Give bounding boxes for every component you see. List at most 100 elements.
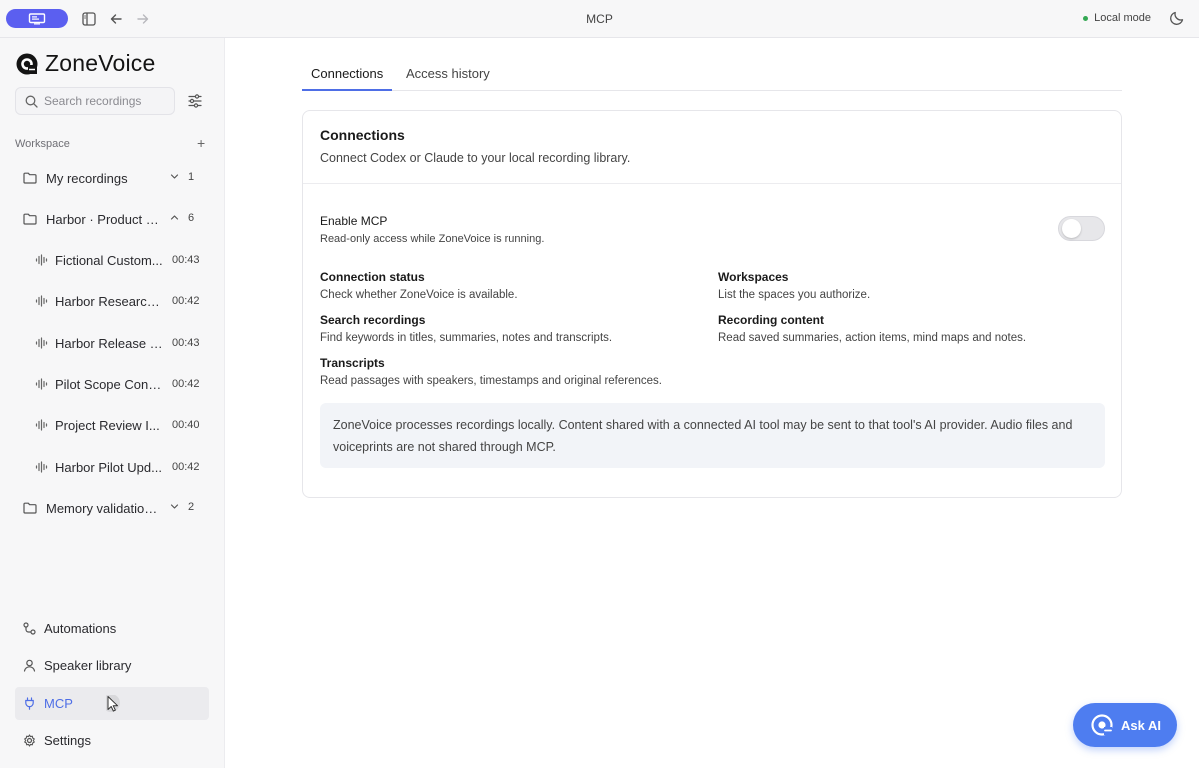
folder-icon xyxy=(23,213,37,225)
feature-search-recordings: Search recordings Find keywords in title… xyxy=(320,313,612,344)
recording-item[interactable]: Harbor Research ... 00:42 xyxy=(15,283,209,319)
feature-desc: List the spaces you authorize. xyxy=(718,289,871,301)
recording-item[interactable]: Harbor Pilot Upd... 00:42 xyxy=(15,449,209,485)
recording-duration: 00:40 xyxy=(172,419,200,431)
waveform-icon xyxy=(35,378,48,390)
card-title: Connections xyxy=(320,127,405,143)
feature-title: Transcripts xyxy=(320,356,385,370)
feature-desc: Read passages with speakers, timestamps … xyxy=(320,375,662,387)
nav-settings[interactable]: Settings xyxy=(15,724,209,757)
workspace-label: Workspace xyxy=(15,138,70,150)
status-dot-icon xyxy=(1083,15,1089,21)
recording-item[interactable]: Fictional Custom... 00:43 xyxy=(15,242,209,278)
feature-title: Recording content xyxy=(718,313,825,327)
recording-name: Harbor Research ... xyxy=(55,293,163,309)
folder-name: My recordings xyxy=(46,170,128,186)
folder-icon xyxy=(23,502,37,514)
folder-count: 6 xyxy=(188,212,195,224)
nav-label: Automations xyxy=(44,621,117,636)
folder-name: Harbor · Product c... xyxy=(46,211,162,227)
filter-button[interactable] xyxy=(187,93,203,109)
waveform-icon xyxy=(35,254,48,266)
recording-duration: 00:43 xyxy=(172,254,200,266)
sidebar: ZoneVoice Workspace + My recordings 1 Ha… xyxy=(0,38,225,768)
search-input[interactable] xyxy=(44,94,164,108)
feature-transcripts: Transcripts Read passages with speakers,… xyxy=(320,356,662,387)
tab-bar: Connections Access history xyxy=(302,56,1122,91)
person-icon xyxy=(23,659,36,672)
chevron-down-icon[interactable] xyxy=(170,172,179,181)
privacy-notice: ZoneVoice processes recordings locally. … xyxy=(320,403,1105,468)
recording-item[interactable]: Pilot Scope Confi... 00:42 xyxy=(15,366,209,402)
tab-access-history[interactable]: Access history xyxy=(406,66,490,91)
feature-title: Search recordings xyxy=(320,313,426,327)
feature-desc: Read saved summaries, action items, mind… xyxy=(718,332,1027,344)
connections-card: Connections Connect Codex or Claude to y… xyxy=(302,110,1122,498)
feature-title: Workspaces xyxy=(718,270,789,284)
toggle-knob xyxy=(1062,219,1081,238)
enable-mcp-setting: Enable MCP Read-only access while ZoneVo… xyxy=(320,214,544,245)
add-workspace-button[interactable]: + xyxy=(197,135,205,151)
waveform-icon xyxy=(35,461,48,473)
recording-duration: 00:42 xyxy=(172,378,200,390)
waveform-icon xyxy=(35,419,48,431)
ask-ai-label: Ask AI xyxy=(1121,717,1161,733)
brand-name: ZoneVoice xyxy=(45,50,156,76)
recording-duration: 00:42 xyxy=(172,295,200,307)
enable-mcp-label: Enable MCP xyxy=(320,214,388,228)
feature-desc: Find keywords in titles, summaries, note… xyxy=(320,332,613,344)
search-icon xyxy=(25,95,38,108)
enable-mcp-desc: Read-only access while ZoneVoice is runn… xyxy=(320,233,545,245)
nav-label: Speaker library xyxy=(44,658,132,673)
recording-name: Harbor Release P... xyxy=(55,335,163,351)
ask-ai-logo-icon xyxy=(1091,714,1113,736)
recording-duration: 00:42 xyxy=(172,461,200,473)
plug-icon xyxy=(25,697,34,710)
folder-row-memory-validation[interactable]: Memory validation ... 2 xyxy=(15,490,209,526)
recording-duration: 00:43 xyxy=(172,337,200,349)
mouse-cursor-icon xyxy=(106,695,120,712)
feature-workspaces: Workspaces List the spaces you authorize… xyxy=(718,270,870,301)
moon-icon xyxy=(1170,11,1184,25)
theme-toggle-button[interactable] xyxy=(1169,10,1185,26)
feature-connection-status: Connection status Check whether ZoneVoic… xyxy=(320,270,518,301)
title-bar: MCP Local mode xyxy=(0,0,1199,38)
chevron-up-icon[interactable] xyxy=(170,213,179,222)
enable-mcp-toggle[interactable] xyxy=(1058,216,1105,241)
automation-icon xyxy=(23,622,36,635)
waveform-icon xyxy=(35,295,48,307)
gear-icon xyxy=(24,734,35,747)
window-title: MCP xyxy=(586,12,613,26)
local-mode-label: Local mode xyxy=(1094,12,1151,24)
recording-item[interactable]: Harbor Release P... 00:43 xyxy=(15,325,209,361)
local-mode-indicator: Local mode xyxy=(1083,12,1151,24)
nav-speaker-library[interactable]: Speaker library xyxy=(15,649,209,682)
nav-label: MCP xyxy=(44,696,73,711)
recording-item[interactable]: Project Review I... 00:40 xyxy=(15,407,209,443)
recording-name: Harbor Pilot Upd... xyxy=(55,459,162,475)
search-box xyxy=(15,87,175,115)
chevron-down-icon[interactable] xyxy=(170,502,179,511)
nav-automations[interactable]: Automations xyxy=(15,612,209,645)
recording-name: Project Review I... xyxy=(55,417,160,433)
ask-ai-button[interactable]: Ask AI xyxy=(1073,703,1177,747)
nav-label: Settings xyxy=(44,733,91,748)
folder-name: Memory validation ... xyxy=(46,500,162,516)
recording-name: Pilot Scope Confi... xyxy=(55,376,163,392)
folder-row-my-recordings[interactable]: My recordings 1 xyxy=(15,160,209,196)
feature-recording-content: Recording content Read saved summaries, … xyxy=(718,313,1026,344)
folder-row-harbor[interactable]: Harbor · Product c... 6 xyxy=(15,201,209,237)
feature-title: Connection status xyxy=(320,270,425,284)
tab-connections[interactable]: Connections xyxy=(302,66,393,91)
sliders-icon xyxy=(188,94,202,108)
feature-desc: Check whether ZoneVoice is available. xyxy=(320,289,518,301)
zonevoice-logo-icon xyxy=(16,53,38,74)
folder-count: 2 xyxy=(188,501,195,513)
folder-count: 1 xyxy=(188,171,195,183)
folder-icon xyxy=(23,172,37,184)
card-subtitle: Connect Codex or Claude to your local re… xyxy=(320,151,631,165)
card-header: Connections Connect Codex or Claude to y… xyxy=(303,111,1121,184)
brand-logo: ZoneVoice xyxy=(15,50,156,77)
waveform-icon xyxy=(35,337,48,349)
recording-name: Fictional Custom... xyxy=(55,252,163,268)
